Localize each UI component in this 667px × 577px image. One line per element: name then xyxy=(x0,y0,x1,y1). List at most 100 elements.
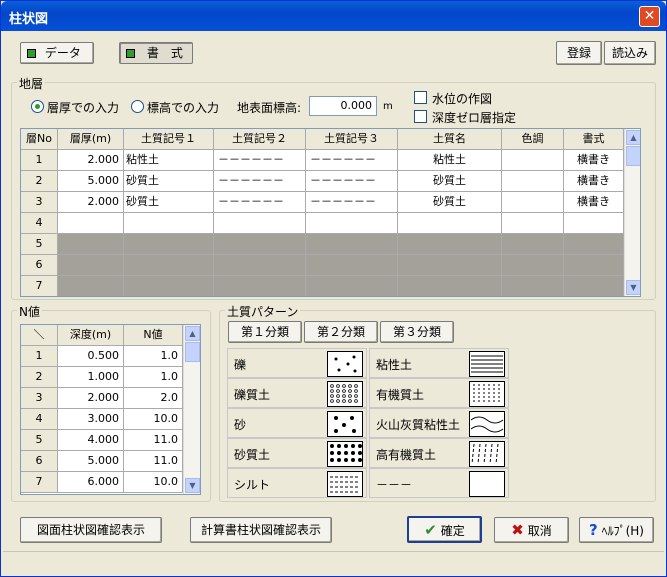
table-cell[interactable]: 5.000 xyxy=(58,451,124,472)
soil-pattern-cell[interactable]: 礫 xyxy=(227,348,367,378)
table-cell[interactable] xyxy=(124,213,214,234)
tab-third-class[interactable]: 第３分類 xyxy=(380,321,454,343)
table-cell[interactable] xyxy=(398,213,502,234)
table-cell[interactable]: －－－－－－ xyxy=(306,150,398,171)
table-cell[interactable]: 粘性土 xyxy=(398,150,502,171)
table-cell[interactable] xyxy=(306,234,398,255)
table-cell[interactable] xyxy=(58,213,124,234)
scroll-down-icon[interactable]: ▼ xyxy=(185,478,200,493)
table-cell[interactable]: 砂質土 xyxy=(398,192,502,213)
table-cell[interactable]: 横書き xyxy=(564,150,624,171)
cancel-button[interactable]: ✖ 取消 xyxy=(494,517,569,543)
scroll-up-icon[interactable]: ▲ xyxy=(185,326,200,341)
table-cell[interactable] xyxy=(502,192,564,213)
table-cell[interactable] xyxy=(124,255,214,276)
table-cell[interactable] xyxy=(564,255,624,276)
table-cell[interactable]: 砂質土 xyxy=(398,171,502,192)
radio-thickness[interactable] xyxy=(31,100,44,113)
table-cell[interactable] xyxy=(214,276,306,296)
table-cell[interactable]: 2.000 xyxy=(58,150,124,171)
table-cell[interactable] xyxy=(502,234,564,255)
table-cell[interactable] xyxy=(306,213,398,234)
table-cell[interactable] xyxy=(398,276,502,296)
tab-first-class[interactable]: 第１分類 xyxy=(228,321,302,343)
table-cell[interactable]: 5.000 xyxy=(58,171,124,192)
soil-pattern-cell[interactable]: 砂 xyxy=(227,408,367,438)
table-cell[interactable]: 2.000 xyxy=(58,388,124,409)
table-cell[interactable]: 1.0 xyxy=(124,367,183,388)
calc-check-button[interactable]: 計算書柱状図確認表示 xyxy=(190,517,332,543)
table-cell[interactable]: 2.000 xyxy=(58,192,124,213)
soil-pattern-cell[interactable]: 火山灰質粘性土 xyxy=(369,408,509,438)
table-cell[interactable]: 6.000 xyxy=(58,472,124,493)
table-cell[interactable]: 砂質土 xyxy=(124,171,214,192)
table-cell[interactable] xyxy=(502,276,564,296)
table-cell[interactable] xyxy=(564,276,624,296)
table-cell[interactable] xyxy=(58,255,124,276)
table-cell[interactable]: 10.0 xyxy=(124,409,183,430)
table-cell[interactable]: 粘性土 xyxy=(124,150,214,171)
table-cell[interactable] xyxy=(306,255,398,276)
table-cell[interactable] xyxy=(398,255,502,276)
soil-pattern-cell[interactable]: 高有機質土 xyxy=(369,438,509,468)
soil-pattern-cell[interactable]: －－－ xyxy=(369,468,509,498)
table-cell[interactable]: －－－－－－ xyxy=(306,192,398,213)
table-cell[interactable]: 10.0 xyxy=(124,472,183,493)
table-cell[interactable] xyxy=(306,276,398,296)
scroll-down-icon[interactable]: ▼ xyxy=(626,280,640,295)
table-cell[interactable] xyxy=(564,213,624,234)
table-cell[interactable] xyxy=(502,255,564,276)
table-cell[interactable]: 砂質土 xyxy=(124,192,214,213)
format-toggle-button[interactable]: 書 式 xyxy=(119,42,193,64)
zero-depth-checkbox[interactable] xyxy=(414,110,427,123)
table-cell[interactable] xyxy=(124,276,214,296)
table-cell[interactable] xyxy=(502,150,564,171)
register-button[interactable]: 登録 xyxy=(556,41,602,65)
table-cell[interactable] xyxy=(214,255,306,276)
table-cell[interactable] xyxy=(564,234,624,255)
soil-pattern-cell[interactable]: シルト xyxy=(227,468,367,498)
drawing-check-button[interactable]: 図面柱状図確認表示 xyxy=(20,517,162,543)
soil-pattern-cell[interactable]: 礫質土 xyxy=(227,378,367,408)
table-cell[interactable] xyxy=(214,234,306,255)
soil-pattern-cell[interactable]: 有機質土 xyxy=(369,378,509,408)
table-cell[interactable]: 1.000 xyxy=(58,367,124,388)
table-cell[interactable] xyxy=(502,171,564,192)
table-cell[interactable]: 0.500 xyxy=(58,346,124,367)
table-cell[interactable]: 横書き xyxy=(564,171,624,192)
soil-pattern-cell[interactable]: 粘性土 xyxy=(369,348,509,378)
table-cell[interactable] xyxy=(214,213,306,234)
scroll-thumb[interactable] xyxy=(626,146,640,166)
table-cell[interactable] xyxy=(398,234,502,255)
table-cell[interactable]: －－－－－－ xyxy=(306,171,398,192)
table-cell[interactable]: 4.000 xyxy=(58,430,124,451)
table-cell[interactable]: 3.000 xyxy=(58,409,124,430)
scroll-thumb[interactable] xyxy=(185,342,200,362)
table-cell[interactable] xyxy=(502,213,564,234)
scroll-up-icon[interactable]: ▲ xyxy=(626,130,640,145)
table-cell[interactable] xyxy=(124,234,214,255)
water-level-checkbox[interactable] xyxy=(414,91,427,104)
ok-button[interactable]: ✔ 確定 xyxy=(407,516,482,543)
vertical-scrollbar[interactable]: ▲ ▼ xyxy=(183,325,200,494)
table-cell[interactable]: 2.0 xyxy=(124,388,183,409)
vertical-scrollbar[interactable]: ▲ ▼ xyxy=(624,129,640,296)
radio-elevation[interactable] xyxy=(131,100,144,113)
table-header: 土質記号３ xyxy=(306,129,398,150)
table-cell[interactable] xyxy=(58,276,124,296)
table-cell[interactable]: 1.0 xyxy=(124,346,183,367)
table-cell[interactable]: －－－－－－ xyxy=(214,150,306,171)
soil-pattern-cell[interactable]: 砂質土 xyxy=(227,438,367,468)
table-cell[interactable]: －－－－－－ xyxy=(214,192,306,213)
table-cell[interactable]: 11.0 xyxy=(124,451,183,472)
tab-second-class[interactable]: 第２分類 xyxy=(304,321,378,343)
close-icon[interactable]: ✕ xyxy=(639,6,660,27)
table-cell[interactable]: 11.0 xyxy=(124,430,183,451)
table-cell[interactable]: －－－－－－ xyxy=(214,171,306,192)
help-button[interactable]: ? ﾍﾙﾌﾟ(H) xyxy=(579,517,654,543)
table-cell[interactable]: 横書き xyxy=(564,192,624,213)
surface-elevation-input[interactable]: 0.000 xyxy=(309,96,377,116)
data-toggle-button[interactable]: データ xyxy=(20,42,94,64)
table-cell[interactable] xyxy=(58,234,124,255)
load-button[interactable]: 読込み xyxy=(604,41,656,65)
